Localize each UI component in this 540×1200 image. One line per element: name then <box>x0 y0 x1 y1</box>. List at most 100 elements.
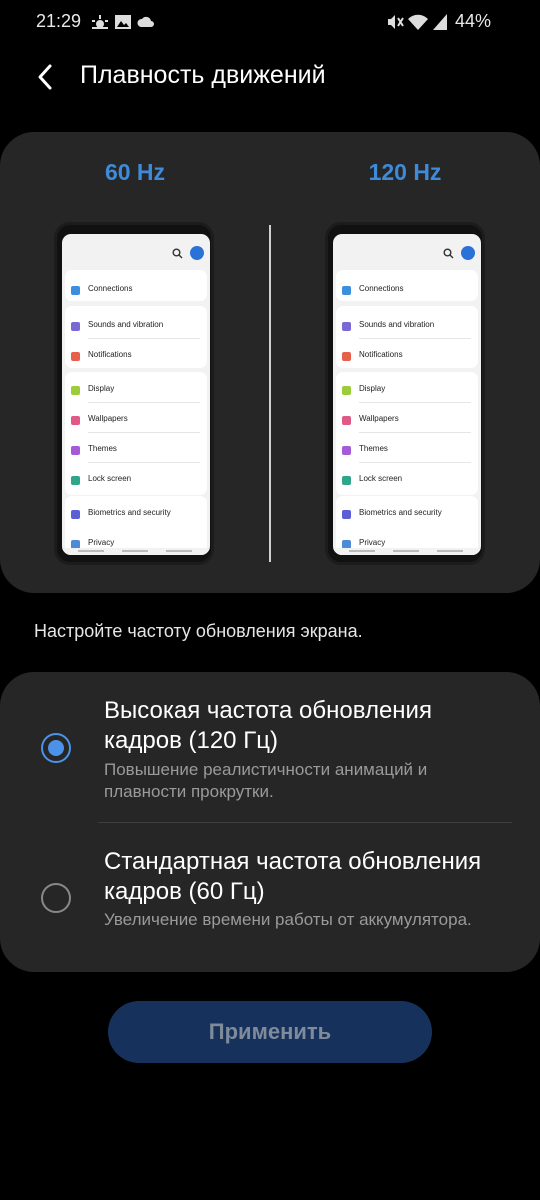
settings-item-icon <box>71 510 80 519</box>
settings-item-label: Themes <box>88 444 117 453</box>
mini-settings-item: Sounds and vibration <box>65 314 207 338</box>
settings-item-icon <box>342 416 351 425</box>
refresh-rate-options: Высокая частота обновления кадров (120 Г… <box>0 672 540 972</box>
refresh-rate-preview: 60 Hz 120 Hz Connections Sounds and vibra… <box>0 132 540 593</box>
nav-bar-line <box>166 550 192 552</box>
mini-settings-item: Wallpapers <box>65 408 207 432</box>
settings-item-label: Privacy <box>359 538 386 547</box>
settings-item-icon <box>342 322 351 331</box>
search-icon <box>172 248 183 259</box>
mini-divider <box>359 462 471 463</box>
status-time: 21:29 <box>36 11 82 31</box>
settings-item-label: Connections <box>359 284 404 293</box>
mini-settings-item: Themes <box>336 438 478 462</box>
mini-settings-item: Wallpapers <box>336 408 478 432</box>
mini-divider <box>359 402 471 403</box>
mini-toolbar <box>333 234 481 270</box>
settings-item-icon <box>342 352 351 361</box>
mute-icon <box>388 15 404 29</box>
mini-settings-item: Themes <box>65 438 207 462</box>
description-text: Настройте частоту обновления экрана. <box>34 621 363 641</box>
settings-item-label: Display <box>88 384 115 393</box>
settings-item-label: Themes <box>359 444 388 453</box>
settings-item-label: Lock screen <box>359 474 403 483</box>
radio-button[interactable] <box>41 883 71 913</box>
settings-item-label: Biometrics and security <box>359 508 442 517</box>
mini-settings-item: Biometrics and security <box>336 502 478 526</box>
preview-label-120hz: 120 Hz <box>368 159 442 185</box>
mini-settings-item: Lock screen <box>65 468 207 492</box>
search-icon <box>443 248 454 259</box>
settings-item-icon <box>342 286 351 295</box>
back-arrow-icon[interactable] <box>30 60 64 94</box>
settings-item-icon <box>71 386 80 395</box>
cloud-icon <box>137 16 154 27</box>
settings-item-label: Wallpapers <box>88 414 128 423</box>
settings-item-icon <box>71 286 80 295</box>
mini-divider <box>88 432 200 433</box>
mini-divider <box>359 338 471 339</box>
nav-bar-line <box>122 550 148 552</box>
option-subtitle: Увеличение времени работы от аккумулятор… <box>104 910 472 929</box>
settings-item-icon <box>71 352 80 361</box>
settings-item-label: Privacy <box>88 538 115 547</box>
mini-settings-item: Sounds and vibration <box>336 314 478 338</box>
mini-settings-item: Notifications <box>336 344 478 368</box>
radio-button[interactable] <box>41 733 71 763</box>
mini-settings-item: Biometrics and security <box>65 502 207 526</box>
settings-item-icon <box>71 322 80 331</box>
settings-item-label: Notifications <box>88 350 132 359</box>
mini-settings-item: Lock screen <box>336 468 478 492</box>
nav-bar-line <box>78 550 104 552</box>
avatar-icon <box>461 246 475 260</box>
settings-item-label: Wallpapers <box>359 414 399 423</box>
settings-item-icon <box>342 446 351 455</box>
settings-item-label: Biometrics and security <box>88 508 171 517</box>
mini-settings-item: Notifications <box>65 344 207 368</box>
mini-divider <box>88 338 200 339</box>
preview-label-60hz: 60 Hz <box>104 159 166 185</box>
option-divider <box>98 822 512 823</box>
page-title: Плавность движений <box>80 61 326 89</box>
mini-toolbar <box>62 234 210 270</box>
mini-divider <box>88 402 200 403</box>
option-title: Стандартная частота обновления кадров (6… <box>104 848 482 905</box>
settings-item-icon <box>71 416 80 425</box>
settings-item-label: Sounds and vibration <box>359 320 435 329</box>
settings-item-icon <box>71 476 80 485</box>
settings-item-label: Notifications <box>359 350 403 359</box>
mini-settings-item: Display <box>65 378 207 402</box>
option-subtitle: Повышение реалистичности анимаций и плав… <box>104 760 428 801</box>
nav-bar-line <box>393 550 419 552</box>
mini-nav-bar <box>333 548 481 555</box>
phone-preview-120hz: Connections Sounds and vibration Notificat… <box>325 222 485 565</box>
settings-item-icon <box>342 510 351 519</box>
mini-settings-item: Connections <box>336 278 478 302</box>
settings-item-icon <box>342 476 351 485</box>
settings-item-icon <box>71 446 80 455</box>
phone-screen: Connections Sounds and vibration Notificat… <box>333 234 481 555</box>
mini-settings-item: Connections <box>65 278 207 302</box>
mini-divider <box>359 432 471 433</box>
status-bar: 21:29 44% <box>0 0 540 44</box>
avatar-icon <box>190 246 204 260</box>
nav-bar-line <box>437 550 463 552</box>
mini-nav-bar <box>62 548 210 555</box>
settings-item-label: Lock screen <box>88 474 132 483</box>
settings-item-label: Sounds and vibration <box>88 320 164 329</box>
settings-item-label: Connections <box>88 284 133 293</box>
settings-item-icon <box>342 386 351 395</box>
settings-item-label: Display <box>359 384 386 393</box>
nav-bar-line <box>349 550 375 552</box>
phone-screen: Connections Sounds and vibration Notificat… <box>62 234 210 555</box>
phone-preview-60hz: Connections Sounds and vibration Notificat… <box>54 222 214 565</box>
battery-percent: 44% <box>455 11 492 31</box>
weather-sunrise-icon <box>92 15 108 29</box>
preview-divider <box>269 225 271 562</box>
signal-icon <box>433 14 447 30</box>
wifi-icon <box>408 14 428 30</box>
option-title: Высокая частота обновления кадров (120 Г… <box>104 697 432 754</box>
gallery-icon <box>115 15 131 29</box>
mini-settings-item: Display <box>336 378 478 402</box>
apply-button[interactable]: Применить <box>108 1001 432 1063</box>
